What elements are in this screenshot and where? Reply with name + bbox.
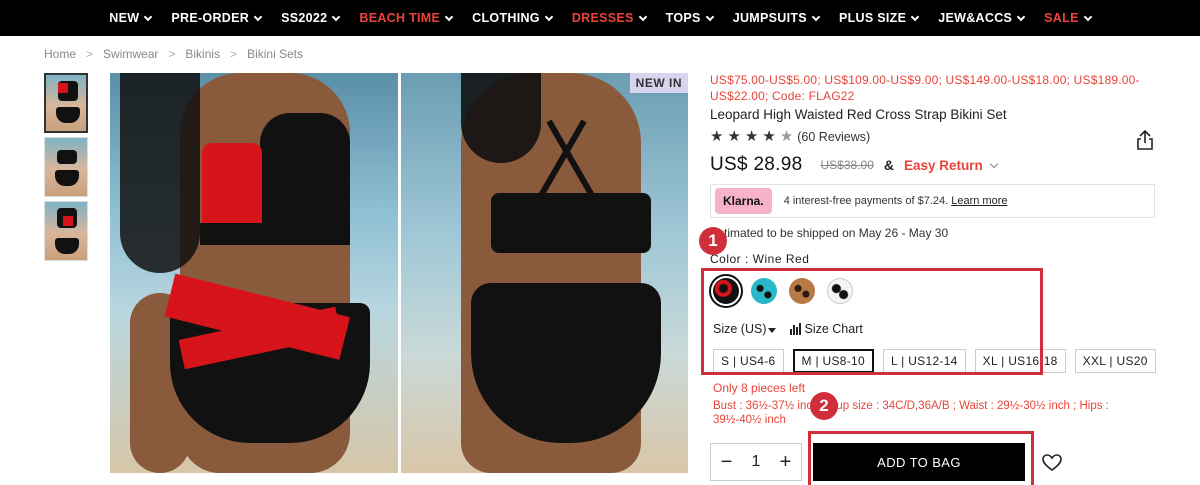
product-image-back: NEW IN: [401, 73, 688, 473]
chevron-down-icon: [1083, 12, 1092, 21]
promo-text: US$75.00-US$5.00; US$109.00-US$9.00; US$…: [710, 73, 1140, 103]
new-in-badge: NEW IN: [629, 73, 688, 93]
ampersand: &: [883, 157, 894, 173]
thumbnail-strip: [44, 73, 88, 265]
top-nav: NEW PRE-ORDER SS2022 BEACH TIME CLOTHING DRES…: [0, 0, 1200, 36]
klarna-learn-more-link[interactable]: Learn more: [951, 195, 1007, 207]
share-icon[interactable]: [1136, 130, 1154, 150]
product-info: US$75.00-US$5.00; US$109.00-US$9.00; US$…: [709, 72, 1160, 481]
half-star-icon: ★: [779, 128, 794, 145]
rating[interactable]: ★ ★ ★ ★ ★ (60 Reviews): [710, 129, 1160, 144]
nav-item-label: BEACH TIME: [359, 11, 441, 25]
annotation-marker-1: 1: [699, 227, 727, 255]
nav-item-ss2022[interactable]: SS2022: [271, 11, 349, 25]
nav-item-label: JUMPSUITS: [732, 11, 807, 25]
chevron-down-icon: [638, 12, 647, 21]
qty-minus-button[interactable]: −: [721, 451, 733, 474]
breadcrumb-separator: >: [86, 47, 94, 61]
annotation-box-options: [701, 268, 1043, 375]
nav-item-jew-accs[interactable]: JEW&ACCS: [928, 11, 1034, 25]
annotation-marker-2: 2: [810, 392, 838, 420]
breadcrumb: Home > Swimwear > Bikinis > Bikini Sets: [44, 47, 303, 61]
chevron-down-icon: [705, 12, 714, 21]
reviews-count[interactable]: (60 Reviews): [797, 130, 870, 144]
wishlist-heart-icon[interactable]: [1042, 454, 1062, 472]
breadcrumb-separator: >: [168, 47, 176, 61]
klarna-logo: Klarna.: [715, 188, 772, 214]
nav-item-label: PRE-ORDER: [171, 11, 250, 25]
nav-item-label: SALE: [1044, 11, 1079, 25]
star-icon: ★: [727, 128, 741, 145]
current-price: US$ 28.98: [710, 154, 803, 175]
breadcrumb-link[interactable]: Bikini Sets: [247, 47, 303, 61]
nav-item-beach-time[interactable]: BEACH TIME: [349, 11, 462, 25]
size-option[interactable]: XXL | US20: [1074, 349, 1156, 373]
nav-item-tops[interactable]: TOPS: [656, 11, 723, 25]
model-measurements: Bust : 36½-37½ inch ; Cup size : 34C/D,3…: [713, 400, 1109, 426]
annotation-box-add-to-bag: [808, 431, 1034, 485]
chevron-down-icon: [989, 159, 999, 168]
thumbnail-back[interactable]: [44, 137, 88, 197]
nav-item-pre-order[interactable]: PRE-ORDER: [161, 11, 271, 25]
nav-item-clothing[interactable]: CLOTHING: [462, 11, 562, 25]
breadcrumb-link[interactable]: Home: [44, 47, 76, 61]
star-icon: ★: [710, 128, 724, 145]
breadcrumb-link[interactable]: Bikinis: [185, 47, 220, 61]
klarna-banner: Klarna. 4 interest-free payments of $7.2…: [710, 184, 1155, 218]
quantity-stepper[interactable]: − 1 +: [710, 443, 802, 481]
breadcrumb-separator: >: [230, 47, 238, 61]
product-title: Leopard High Waisted Red Cross Strap Bik…: [710, 107, 1007, 122]
thumbnail-front[interactable]: [44, 73, 88, 133]
easy-return-label: Easy Return: [904, 157, 983, 173]
product-image-front: [110, 73, 398, 473]
nav-item-plus-size[interactable]: PLUS SIZE: [829, 11, 928, 25]
stock-warning: Only 8 pieces left: [713, 381, 806, 395]
nav-item-new[interactable]: NEW: [99, 11, 161, 25]
breadcrumb-link[interactable]: Swimwear: [103, 47, 158, 61]
original-price: US$38.00: [820, 158, 874, 172]
nav-item-label: SS2022: [281, 11, 328, 25]
klarna-text: 4 interest-free payments of $7.24.: [783, 195, 949, 207]
easy-return[interactable]: Easy Return: [904, 157, 999, 173]
chevron-down-icon: [253, 12, 263, 21]
chevron-down-icon: [811, 12, 821, 21]
qty-value[interactable]: 1: [752, 453, 761, 471]
chevron-down-icon: [544, 12, 554, 21]
nav-item-jumpsuits[interactable]: JUMPSUITS: [723, 11, 829, 25]
nav-item-dresses[interactable]: DRESSES: [562, 11, 656, 25]
nav-item-label: TOPS: [665, 11, 701, 25]
chevron-down-icon: [444, 12, 454, 21]
chevron-down-icon: [144, 12, 153, 21]
nav-item-sale[interactable]: SALE: [1034, 11, 1101, 25]
nav-item-label: NEW: [109, 11, 140, 25]
thumbnail-side[interactable]: [44, 201, 88, 261]
qty-plus-button[interactable]: +: [780, 451, 792, 474]
nav-item-label: DRESSES: [571, 11, 634, 25]
chevron-down-icon: [332, 12, 341, 21]
pricing: US$ 28.98 US$38.00 & Easy Return: [710, 154, 1160, 176]
star-icon: ★: [762, 128, 776, 145]
nav-item-label: CLOTHING: [472, 11, 540, 25]
chevron-down-icon: [910, 12, 920, 21]
nav-item-label: JEW&ACCS: [938, 11, 1013, 25]
chevron-down-icon: [1016, 12, 1026, 21]
shipping-estimate: Estimated to be shipped on May 26 - May …: [710, 226, 949, 240]
nav-item-label: PLUS SIZE: [838, 11, 907, 25]
color-label: Color : Wine Red: [710, 252, 810, 266]
star-icon: ★: [744, 128, 759, 145]
